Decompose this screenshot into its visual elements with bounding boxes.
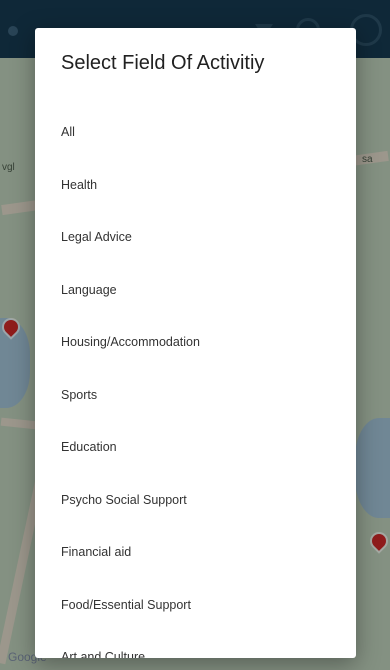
option-art-and-culture[interactable]: Art and Culture (35, 631, 356, 658)
option-housing-accommodation[interactable]: Housing/Accommodation (35, 316, 356, 369)
option-education[interactable]: Education (35, 421, 356, 474)
option-psycho-social-support[interactable]: Psycho Social Support (35, 474, 356, 527)
option-list: All Health Legal Advice Language Housing… (35, 106, 356, 658)
option-health[interactable]: Health (35, 159, 356, 212)
option-food-essential-support[interactable]: Food/Essential Support (35, 579, 356, 632)
option-financial-aid[interactable]: Financial aid (35, 526, 356, 579)
option-all[interactable]: All (35, 106, 356, 159)
option-language[interactable]: Language (35, 264, 356, 317)
option-sports[interactable]: Sports (35, 369, 356, 422)
dialog-title: Select Field Of Activitiy (61, 52, 265, 74)
option-legal-advice[interactable]: Legal Advice (35, 211, 356, 264)
field-of-activity-dialog: Select Field Of Activitiy All Health Leg… (35, 28, 356, 658)
